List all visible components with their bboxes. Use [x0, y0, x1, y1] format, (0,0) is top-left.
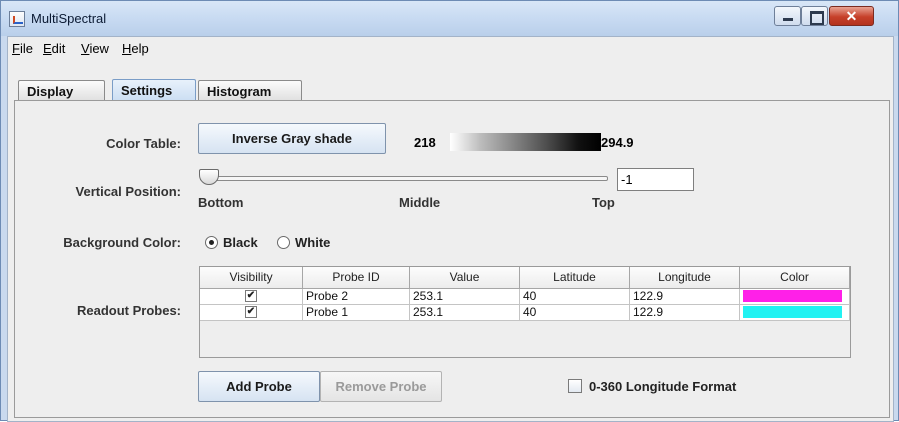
radio-black[interactable]: [205, 236, 218, 249]
cell-color[interactable]: [740, 305, 850, 321]
title-bar[interactable]: MultiSpectral ✕: [1, 1, 898, 36]
table-header: Visibility Probe ID Value Latitude Longi…: [200, 267, 850, 289]
color-scale-bar: [450, 133, 601, 151]
maximize-button[interactable]: [801, 6, 828, 26]
tab-display[interactable]: Display: [18, 80, 105, 102]
color-swatch[interactable]: [743, 290, 842, 302]
readout-probes-label: Readout Probes:: [76, 303, 181, 318]
cell-probe-id[interactable]: Probe 1: [303, 305, 410, 321]
color-swatch[interactable]: [743, 306, 842, 318]
vertical-position-slider-track[interactable]: [200, 176, 608, 181]
column-header-color[interactable]: Color: [740, 267, 850, 289]
longitude-format-checkbox[interactable]: [568, 379, 582, 393]
app-window: MultiSpectral ✕ File Edit View Help Disp…: [0, 0, 899, 422]
window-title: MultiSpectral: [31, 11, 107, 26]
color-table-button[interactable]: Inverse Gray shade: [198, 123, 386, 154]
table-row[interactable]: ✔ Probe 2 253.1 40 122.9: [200, 289, 850, 305]
add-probe-button[interactable]: Add Probe: [198, 371, 320, 402]
column-header-value[interactable]: Value: [410, 267, 520, 289]
color-table-label: Color Table:: [106, 136, 181, 151]
cell-value[interactable]: 253.1: [410, 305, 520, 321]
vertical-position-label: Vertical Position:: [75, 184, 181, 199]
cell-color[interactable]: [740, 289, 850, 305]
cell-latitude[interactable]: 40: [520, 289, 630, 305]
background-color-label: Background Color:: [63, 235, 181, 250]
column-header-probe-id[interactable]: Probe ID: [303, 267, 410, 289]
menu-edit[interactable]: Edit: [43, 41, 65, 56]
menu-help[interactable]: Help: [122, 41, 149, 56]
remove-probe-button[interactable]: Remove Probe: [320, 371, 442, 402]
close-button[interactable]: ✕: [829, 6, 874, 26]
cell-visibility: ✔: [200, 289, 303, 305]
vertical-position-field[interactable]: -1: [617, 168, 694, 191]
radio-black-label[interactable]: Black: [223, 235, 258, 250]
table-row[interactable]: ✔ Probe 1 253.1 40 122.9: [200, 305, 850, 321]
radio-white-label[interactable]: White: [295, 235, 330, 250]
client-area: File Edit View Help Display Settings His…: [7, 36, 894, 422]
visibility-checkbox[interactable]: ✔: [245, 290, 257, 302]
menu-file[interactable]: File: [12, 41, 33, 56]
color-range-min: 218: [414, 135, 436, 150]
column-header-longitude[interactable]: Longitude: [630, 267, 740, 289]
slider-tick-bottom: Bottom: [198, 195, 244, 210]
color-range-max: 294.9: [601, 135, 634, 150]
minimize-button[interactable]: [774, 6, 801, 26]
cell-latitude[interactable]: 40: [520, 305, 630, 321]
longitude-format-label[interactable]: 0-360 Longitude Format: [589, 379, 736, 394]
tab-histogram[interactable]: Histogram: [198, 80, 302, 102]
tab-strip: Display Settings Histogram: [8, 60, 893, 103]
visibility-checkbox[interactable]: ✔: [245, 306, 257, 318]
slider-tick-top: Top: [592, 195, 615, 210]
menu-bar: File Edit View Help: [8, 37, 893, 59]
cell-probe-id[interactable]: Probe 2: [303, 289, 410, 305]
column-header-visibility[interactable]: Visibility: [200, 267, 303, 289]
probes-table: Visibility Probe ID Value Latitude Longi…: [199, 266, 851, 358]
close-icon: ✕: [845, 8, 858, 24]
cell-visibility: ✔: [200, 305, 303, 321]
radio-white[interactable]: [277, 236, 290, 249]
slider-tick-middle: Middle: [399, 195, 441, 210]
cell-longitude[interactable]: 122.9: [630, 305, 740, 321]
menu-view[interactable]: View: [81, 41, 109, 56]
app-icon: [9, 11, 25, 27]
cell-longitude[interactable]: 122.9: [630, 289, 740, 305]
column-header-latitude[interactable]: Latitude: [520, 267, 630, 289]
cell-value[interactable]: 253.1: [410, 289, 520, 305]
